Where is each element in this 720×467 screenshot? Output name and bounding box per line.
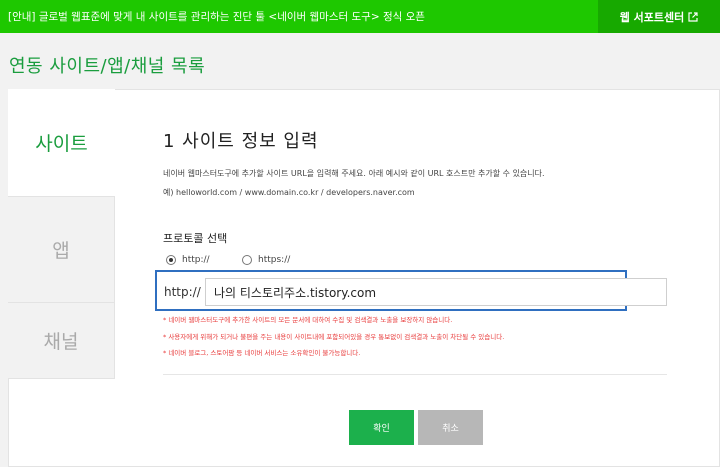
divider — [163, 374, 667, 375]
warning-text: * 네이버 블로그, 스토어팜 등 네이버 서비스는 소유확인이 불가능합니다. — [163, 349, 361, 357]
protocol-label: 프로토콜 선택 — [163, 232, 228, 245]
web-support-center-label: 웹 서포트센터 — [619, 10, 685, 24]
warning-text: * 네이버 웹마스터도구에 추가한 사이트의 모든 문서에 대하여 수집 및 검… — [163, 316, 453, 324]
confirm-button[interactable]: 확인 — [349, 410, 414, 445]
notice-text[interactable]: [안내] 글로벌 웹표준에 맞게 내 사이트를 관리하는 진단 툴 <네이버 웹… — [8, 9, 425, 24]
radio-unchecked-icon[interactable] — [242, 255, 252, 265]
tab-site[interactable]: 사이트 — [8, 89, 115, 196]
radio-https-label: https:// — [258, 255, 291, 265]
url-example: 예) helloworld.com / www.domain.co.kr / d… — [163, 188, 415, 197]
url-prefix: http:// — [164, 285, 201, 299]
section-title: 1 사이트 정보 입력 — [163, 131, 319, 152]
top-notice-bar: [안내] 글로벌 웹표준에 맞게 내 사이트를 관리하는 진단 툴 <네이버 웹… — [0, 0, 720, 33]
web-support-center-button[interactable]: 웹 서포트센터 — [598, 0, 720, 33]
page-title: 연동 사이트/앱/채널 목록 — [9, 56, 206, 77]
tab-app[interactable]: 앱 — [8, 196, 115, 303]
radio-https[interactable]: https:// — [242, 255, 290, 265]
radio-http[interactable]: http:// — [166, 255, 210, 265]
warning-text: * 사용자에게 위해가 되거나 불편을 주는 내용이 사이트내에 포함되어있을 … — [163, 333, 505, 341]
radio-http-label: http:// — [182, 255, 210, 265]
radio-checked-icon[interactable] — [166, 255, 176, 265]
external-link-icon — [688, 11, 698, 22]
side-tabs: 사이트 앱 채널 — [8, 89, 115, 379]
site-url-input[interactable] — [205, 278, 667, 306]
cancel-button[interactable]: 취소 — [418, 410, 483, 445]
site-url-description: 네이버 웹마스터도구에 추가할 사이트 URL을 입력해 주세요. 아래 예시와… — [163, 169, 545, 178]
tab-channel[interactable]: 채널 — [8, 303, 115, 379]
